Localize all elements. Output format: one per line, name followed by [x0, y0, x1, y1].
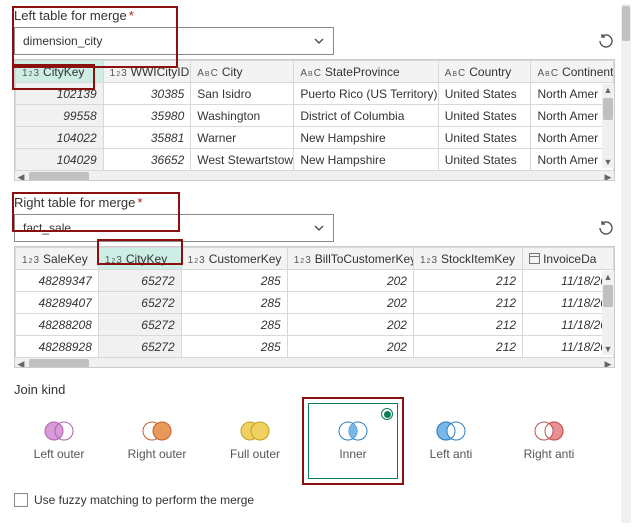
col-customerkey[interactable]: 123CustomerKey — [181, 248, 287, 270]
left-table-hscroll[interactable]: ◀ ▶ — [15, 171, 614, 181]
table-row[interactable]: 482894076527228520221211/18/20 — [16, 292, 614, 314]
table-row[interactable]: 10402936652West StewartstownNew Hampshir… — [16, 149, 614, 171]
col-citykey[interactable]: 123CityKey — [16, 61, 104, 83]
table-row[interactable]: 9955835980WashingtonDistrict of Columbia… — [16, 105, 614, 127]
page-vscroll[interactable] — [621, 4, 631, 523]
left-table-dropdown[interactable]: dimension_city — [14, 27, 334, 55]
join-inner[interactable]: Inner — [308, 403, 398, 479]
right-table-vscroll[interactable]: ▲ ▼ — [602, 271, 614, 355]
join-full-outer[interactable]: Full outer — [210, 403, 300, 479]
right-table-hscroll[interactable]: ◀ ▶ — [15, 358, 614, 368]
right-table-label: Right table for merge* — [14, 195, 615, 210]
right-table-preview[interactable]: 123SaleKey 123CityKey 123CustomerKey 123… — [14, 246, 615, 368]
table-row[interactable]: 10402235881WarnerNew HampshireUnited Sta… — [16, 127, 614, 149]
table-row[interactable]: 482889286527228520221211/18/20 — [16, 336, 614, 358]
right-table-selected: fact_sale — [23, 221, 71, 235]
col-billtocustomerkey[interactable]: 123BillToCustomerKey — [287, 248, 413, 270]
fuzzy-label: Use fuzzy matching to perform the merge — [34, 493, 254, 507]
col-salekey[interactable]: 123SaleKey — [16, 248, 99, 270]
join-kind-label: Join kind — [14, 382, 615, 397]
col-stateprovince[interactable]: ABCStateProvince — [294, 61, 438, 83]
col-country[interactable]: ABCCountry — [438, 61, 531, 83]
chevron-down-icon — [313, 35, 325, 47]
calendar-icon — [529, 253, 540, 264]
join-kind-row: Left outer Right outer Full outer Inner — [14, 403, 615, 479]
col-stockitemkey[interactable]: 123StockItemKey — [413, 248, 522, 270]
table-row[interactable]: 482882086527228520221211/18/20 — [16, 314, 614, 336]
col-continent[interactable]: ABCContinent — [531, 61, 614, 83]
radio-selected-icon — [381, 408, 393, 420]
join-right-anti[interactable]: Right anti — [504, 403, 594, 479]
left-table-preview[interactable]: 123CityKey 123WWICityID ABCCity ABCState… — [14, 59, 615, 181]
table-row[interactable]: 10213930385San IsidroPuerto Rico (US Ter… — [16, 83, 614, 105]
chevron-down-icon — [313, 222, 325, 234]
right-table-dropdown[interactable]: fact_sale — [14, 214, 334, 242]
table-row[interactable]: 482893476527228520221211/18/20 — [16, 270, 614, 292]
left-table-selected: dimension_city — [23, 34, 102, 48]
refresh-right-icon[interactable] — [597, 219, 615, 237]
col-invoicedate[interactable]: InvoiceDa — [523, 248, 614, 270]
fuzzy-checkbox[interactable] — [14, 493, 28, 507]
col-citykey-r[interactable]: 123CityKey — [98, 248, 181, 270]
left-table-vscroll[interactable]: ▲ ▼ — [602, 84, 614, 168]
join-right-outer[interactable]: Right outer — [112, 403, 202, 479]
join-left-anti[interactable]: Left anti — [406, 403, 496, 479]
col-city[interactable]: ABCCity — [191, 61, 294, 83]
join-left-outer[interactable]: Left outer — [14, 403, 104, 479]
left-table-label: Left table for merge* — [14, 8, 615, 23]
col-wwicityid[interactable]: 123WWICityID — [103, 61, 191, 83]
refresh-left-icon[interactable] — [597, 32, 615, 50]
